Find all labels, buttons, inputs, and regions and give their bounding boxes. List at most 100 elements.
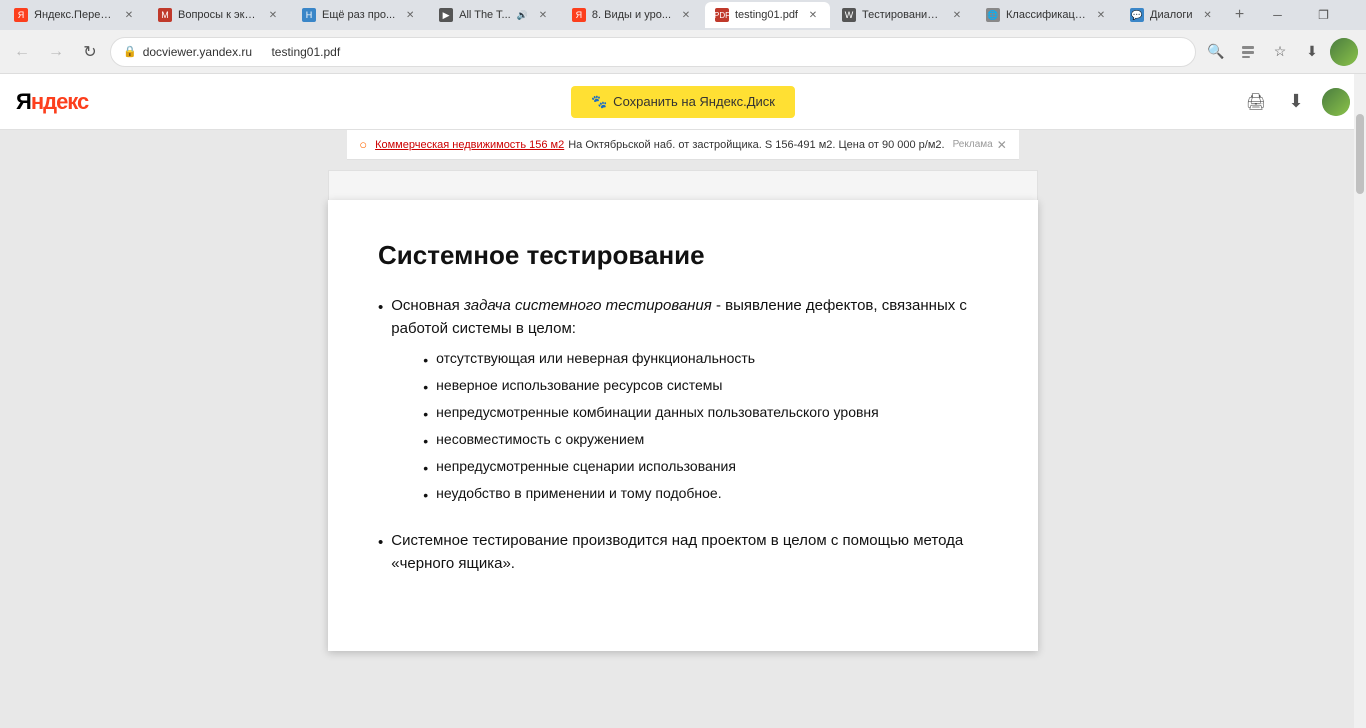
tab-close-btn[interactable]: ✕: [950, 8, 964, 22]
sub-bullet-6: • неудобство в применении и тому подобно…: [423, 483, 988, 506]
pdf-bullet-1-text: Основная задача системного тестирования …: [391, 295, 988, 514]
scrollbar-thumb[interactable]: [1356, 114, 1364, 194]
tab-yandex-translate[interactable]: Я Яндекс.Перев... ✕: [4, 2, 146, 28]
tab-label: Ещё раз про...: [322, 9, 395, 21]
download-button[interactable]: ⬇: [1298, 38, 1326, 66]
nav-bar: ← → ↻ 🔒 docviewer.yandex.ru testing01.pd…: [0, 30, 1366, 74]
tab-label: Диалоги: [1150, 9, 1193, 21]
logo-accent: ндекс: [31, 89, 88, 114]
tab-label: Вопросы к экз...: [178, 9, 258, 21]
tab-close-btn[interactable]: ✕: [806, 8, 820, 22]
tab-label: 8. Виды и уро...: [592, 9, 671, 21]
tab-audio-icon: 🔊: [517, 10, 528, 21]
bullet-1-italic: задача системного тестирования: [464, 297, 712, 314]
title-bar: Я Яндекс.Перев... ✕ M Вопросы к экз... ✕…: [0, 0, 1366, 30]
address-bar[interactable]: 🔒 docviewer.yandex.ru testing01.pdf: [110, 37, 1196, 67]
security-icon: 🔒: [123, 45, 137, 58]
sub-bullet-icon: •: [423, 404, 428, 425]
tab-close-btn[interactable]: ✕: [1201, 8, 1215, 22]
save-to-disk-button[interactable]: 🐾 Сохранить на Яндекс.Диск: [571, 86, 795, 118]
pdf-page-top-strip: [328, 170, 1038, 200]
tab-close-btn[interactable]: ✕: [679, 8, 693, 22]
address-path: testing01.pdf: [271, 45, 340, 59]
tab-label: Тестирование...: [862, 9, 942, 21]
tab-vidy[interactable]: Я 8. Виды и уро... ✕: [562, 2, 703, 28]
pdf-content: Системное тестирование • Основная задача…: [378, 240, 988, 575]
address-domain: docviewer.yandex.ru: [143, 45, 252, 59]
bullet-icon-2: •: [378, 532, 383, 555]
tab-allthe[interactable]: ▶ All The T... 🔊 ✕: [429, 2, 560, 28]
tab-klassifikatsiya[interactable]: 🌐 Классификаци... ✕: [976, 2, 1118, 28]
pdf-title: Системное тестирование: [378, 240, 988, 271]
browser-frame: Я Яндекс.Перев... ✕ M Вопросы к экз... ✕…: [0, 0, 1366, 728]
tab-article[interactable]: Н Ещё раз про... ✕: [292, 2, 427, 28]
sub-bullet-text: непредусмотренные сценарии использования: [436, 456, 736, 477]
pdf-bullet-2-text: Системное тестирование производится над …: [391, 530, 988, 575]
user-avatar[interactable]: [1330, 38, 1358, 66]
tab-mail[interactable]: M Вопросы к экз... ✕: [148, 2, 290, 28]
tab-close-btn[interactable]: ✕: [403, 8, 417, 22]
tab-favicon: Н: [302, 8, 316, 22]
tab-label: testing01.pdf: [735, 9, 798, 21]
scrollbar[interactable]: [1354, 74, 1366, 728]
maximize-button[interactable]: ❐: [1301, 0, 1347, 30]
star-button[interactable]: ☆: [1266, 38, 1294, 66]
tab-testirovanie[interactable]: W Тестирование... ✕: [832, 2, 974, 28]
nav-actions: 🔍 ☆ ⬇: [1202, 38, 1358, 66]
search-button[interactable]: 🔍: [1202, 38, 1230, 66]
new-tab-button[interactable]: +: [1227, 2, 1253, 28]
sub-bullet-icon: •: [423, 458, 428, 479]
download-pdf-button[interactable]: ⬇: [1282, 88, 1310, 116]
refresh-button[interactable]: ↻: [76, 38, 104, 66]
sub-bullet-text: неверное использование ресурсов системы: [436, 375, 722, 396]
print-button[interactable]: 🖨: [1242, 88, 1270, 116]
save-label: Сохранить на Яндекс.Диск: [613, 94, 775, 109]
minimize-button[interactable]: ─: [1255, 0, 1301, 30]
pdf-sub-bullets-1: • отсутствующая или неверная функциональ…: [423, 348, 988, 506]
content-area: Яндекс 🐾 Сохранить на Яндекс.Диск 🖨 ⬇ ○ …: [0, 74, 1366, 728]
sub-bullet-text: несовместимость с окружением: [436, 429, 644, 450]
yandex-logo: Яндекс: [16, 89, 88, 115]
pdf-main-bullet-1: • Основная задача системного тестировани…: [378, 295, 988, 514]
sub-bullet-text: неудобство в применении и тому подобное.: [436, 483, 721, 504]
window-controls: ─ ❐ ✕: [1255, 0, 1366, 30]
sub-bullet-icon: •: [423, 431, 428, 452]
sub-bullet-text: непредусмотренные комбинации данных поль…: [436, 402, 879, 423]
tab-close-btn[interactable]: ✕: [266, 8, 280, 22]
sub-bullet-icon: •: [423, 350, 428, 371]
tab-testing01[interactable]: PDF testing01.pdf ✕: [705, 2, 830, 28]
sub-bullet-3: • непредусмотренные комбинации данных по…: [423, 402, 988, 425]
yandex-docviewer-header: Яндекс 🐾 Сохранить на Яндекс.Диск 🖨 ⬇: [0, 74, 1366, 130]
ad-bar: ○ Коммерческая недвижимость 156 м2 На Ок…: [347, 130, 1019, 160]
sub-bullet-5: • непредусмотренные сценарии использован…: [423, 456, 988, 479]
ad-label: Реклама: [953, 139, 993, 150]
pdf-area: Системное тестирование • Основная задача…: [0, 160, 1366, 728]
close-button[interactable]: ✕: [1347, 0, 1366, 30]
ad-link[interactable]: Коммерческая недвижимость 156 м2: [375, 139, 564, 151]
address-separator: [260, 45, 263, 59]
sub-bullet-text: отсутствующая или неверная функционально…: [436, 348, 755, 369]
ad-close-button[interactable]: ✕: [997, 138, 1007, 152]
header-user-avatar[interactable]: [1322, 88, 1350, 116]
tab-close-btn[interactable]: ✕: [122, 8, 136, 22]
tab-dialogi[interactable]: 💬 Диалоги ✕: [1120, 2, 1225, 28]
tab-label: All The T...: [459, 9, 511, 21]
pdf-page: Системное тестирование • Основная задача…: [328, 200, 1038, 651]
ad-text: На Октябрьской наб. от застройщика. S 15…: [568, 139, 944, 151]
bullet-1-text-before: Основная: [391, 297, 464, 314]
tab-close-btn[interactable]: ✕: [1094, 8, 1108, 22]
header-actions: 🖨 ⬇: [1242, 88, 1350, 116]
tab-close-btn[interactable]: ✕: [536, 8, 550, 22]
back-button[interactable]: ←: [8, 38, 36, 66]
tab-favicon: M: [158, 8, 172, 22]
bookmark-yandex-btn[interactable]: [1234, 38, 1262, 66]
tab-favicon: 💬: [1130, 8, 1144, 22]
tab-favicon: 🌐: [986, 8, 1000, 22]
tab-label: Классификаци...: [1006, 9, 1086, 21]
forward-button[interactable]: →: [42, 38, 70, 66]
tab-label: Яндекс.Перев...: [34, 9, 114, 21]
tab-favicon: ▶: [439, 8, 453, 22]
bullet-icon-1: •: [378, 297, 383, 320]
sub-bullet-2: • неверное использование ресурсов систем…: [423, 375, 988, 398]
tab-favicon: W: [842, 8, 856, 22]
